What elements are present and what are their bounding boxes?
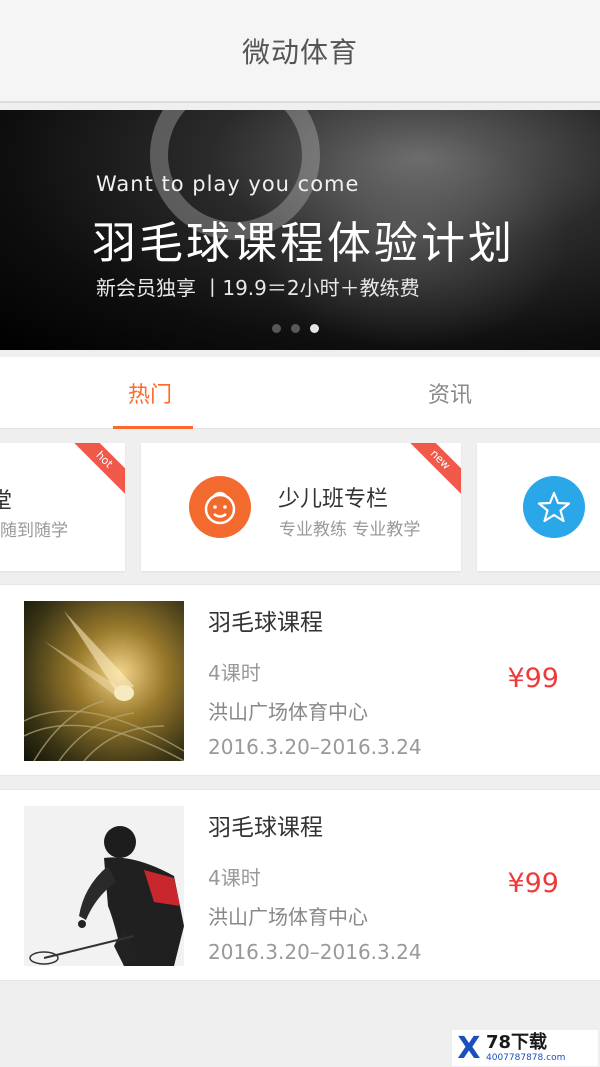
banner-promo-text: 新会员独享 丨19.9＝2小时＋教练费 (96, 276, 420, 300)
course-hours: 4课时 (208, 661, 261, 685)
watermark-url: 4007787878.com (486, 1052, 566, 1063)
category-subtitle: 随到随学 (0, 521, 68, 541)
category-card-course[interactable]: hot 堂 随到随学 (0, 443, 125, 571)
course-item[interactable]: 羽毛球课程 4课时 洪山广场体育中心 2016.3.20–2016.3.24 ¥… (0, 584, 600, 776)
banner-dot-3[interactable] (310, 324, 319, 333)
banner-pagination[interactable] (272, 324, 319, 333)
promo-banner[interactable]: Want to play you come 羽毛球课程体验计划 新会员独享 丨1… (0, 110, 600, 350)
site-watermark: X 78下载 4007787878.com (452, 1030, 598, 1066)
new-badge: new (401, 443, 461, 499)
banner-dot-1[interactable] (272, 324, 281, 333)
category-title: 少儿班专栏 (278, 487, 389, 512)
hot-badge: hot (65, 443, 125, 499)
banner-dot-2[interactable] (291, 324, 300, 333)
page-title: 微动体育 (241, 35, 358, 69)
shuttlecock-photo (24, 601, 184, 761)
banner-subtitle: Want to play you come (96, 172, 360, 196)
course-dates: 2016.3.20–2016.3.24 (208, 940, 422, 964)
watermark-brand: 78下载 (486, 1031, 548, 1053)
category-card-favorites[interactable] (477, 443, 600, 571)
star-icon (523, 476, 585, 538)
tab-hot[interactable]: 热门 (0, 357, 300, 429)
app-header: 微动体育 (0, 0, 600, 103)
course-title: 羽毛球课程 (208, 610, 323, 636)
course-item[interactable]: 羽毛球课程 4课时 洪山广场体育中心 2016.3.20–2016.3.24 ¥… (0, 789, 600, 981)
category-title: 堂 (0, 489, 13, 514)
tab-bar: 热门 资讯 (0, 357, 600, 429)
category-carousel[interactable]: hot 堂 随到随学 new 少儿班专栏 专业教练 专业教学 (0, 443, 600, 571)
banner-headline: 羽毛球课程体验计划 (92, 218, 515, 269)
course-hours: 4课时 (208, 866, 261, 890)
course-dates: 2016.3.20–2016.3.24 (208, 735, 422, 759)
category-card-kids[interactable]: new 少儿班专栏 专业教练 专业教学 (141, 443, 461, 571)
course-price: ¥99 (507, 868, 559, 899)
course-price: ¥99 (507, 663, 559, 694)
category-subtitle: 专业教练 专业教学 (279, 520, 421, 540)
course-venue: 洪山广场体育中心 (208, 700, 368, 724)
course-title: 羽毛球课程 (208, 815, 323, 841)
course-venue: 洪山广场体育中心 (208, 905, 368, 929)
watermark-logo-icon: X (457, 1030, 481, 1066)
player-photo (24, 806, 184, 966)
tab-news[interactable]: 资讯 (300, 357, 600, 429)
child-face-icon (189, 476, 251, 538)
